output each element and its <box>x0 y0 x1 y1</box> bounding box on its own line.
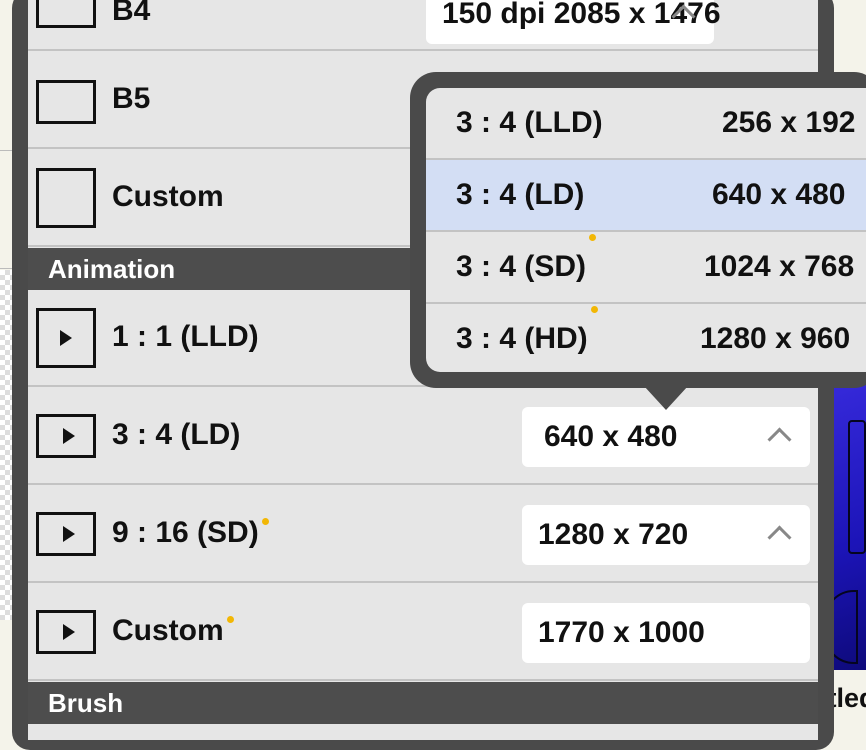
play-icon <box>36 414 96 458</box>
chevron-up-icon <box>767 525 792 550</box>
row-label: Custom <box>112 614 234 648</box>
size-select-anim-sd[interactable]: 1280 x 720 <box>522 505 810 565</box>
row-label: 3 : 4 (LD) <box>112 418 241 451</box>
row-label: 1 : 1 (LLD) <box>112 320 259 353</box>
size-select-value: 1280 x 720 <box>538 518 689 551</box>
popover-option[interactable]: 3 : 4 (SD) 1024 x 768 <box>426 232 866 304</box>
section-header-brush: Brush <box>28 682 818 724</box>
chevron-up-icon <box>767 427 792 452</box>
size-input-anim-custom[interactable]: 1770 x 1000 <box>522 603 810 663</box>
premium-dot <box>261 518 269 525</box>
popover-option-selected[interactable]: 3 : 4 (LD) 640 x 480 <box>426 160 866 232</box>
popover-arrow <box>644 386 688 410</box>
option-label: 3 : 4 (HD) <box>456 304 598 372</box>
popover-options: 3 : 4 (LLD) 256 x 192 3 : 4 (LD) 640 x 4… <box>426 88 866 372</box>
option-size: 640 x 480 <box>712 178 846 211</box>
premium-dot <box>590 306 598 313</box>
page-square-icon <box>36 168 96 228</box>
option-size: 1280 x 960 <box>700 322 851 355</box>
popover-option[interactable]: 3 : 4 (LLD) 256 x 192 <box>426 88 866 160</box>
size-input-value: 1770 x 1000 <box>538 616 705 649</box>
premium-dot <box>226 616 234 623</box>
list-item-anim-custom[interactable]: Custom 1770 x 1000 <box>28 584 818 681</box>
row-label: 9 : 16 (SD) <box>112 516 269 550</box>
option-label: 3 : 4 (SD) <box>456 232 597 302</box>
premium-dot <box>589 234 597 241</box>
row-label: B5 <box>112 82 151 115</box>
play-icon <box>36 610 96 654</box>
page-landscape-icon <box>36 80 96 124</box>
row-label: Custom <box>112 180 224 213</box>
play-icon <box>36 512 96 556</box>
list-item-b4[interactable]: B4 150 dpi 2085 x 1476 <box>28 0 818 51</box>
size-select-b4[interactable]: 150 dpi 2085 x 1476 <box>426 0 721 44</box>
option-label: 3 : 4 (LD) <box>456 178 585 211</box>
list-item-anim-ld[interactable]: 3 : 4 (LD) 640 x 480 <box>28 388 818 485</box>
play-icon <box>36 308 96 368</box>
option-size: 256 x 192 <box>722 106 856 139</box>
page-landscape-icon <box>36 0 96 28</box>
option-label: 3 : 4 (LLD) <box>456 106 603 139</box>
popover-option[interactable]: 3 : 4 (HD) 1280 x 960 <box>426 304 866 372</box>
row-label: B4 <box>112 0 151 27</box>
size-select-anim-ld[interactable]: 640 x 480 <box>522 407 810 467</box>
list-item-anim-sd[interactable]: 9 : 16 (SD) 1280 x 720 <box>28 486 818 583</box>
option-size: 1024 x 768 <box>704 250 855 283</box>
list-item-brush-first[interactable] <box>28 724 818 740</box>
size-preset-popover: 3 : 4 (LLD) 256 x 192 3 : 4 (LD) 640 x 4… <box>410 72 866 388</box>
size-select-value: 640 x 480 <box>544 420 678 453</box>
